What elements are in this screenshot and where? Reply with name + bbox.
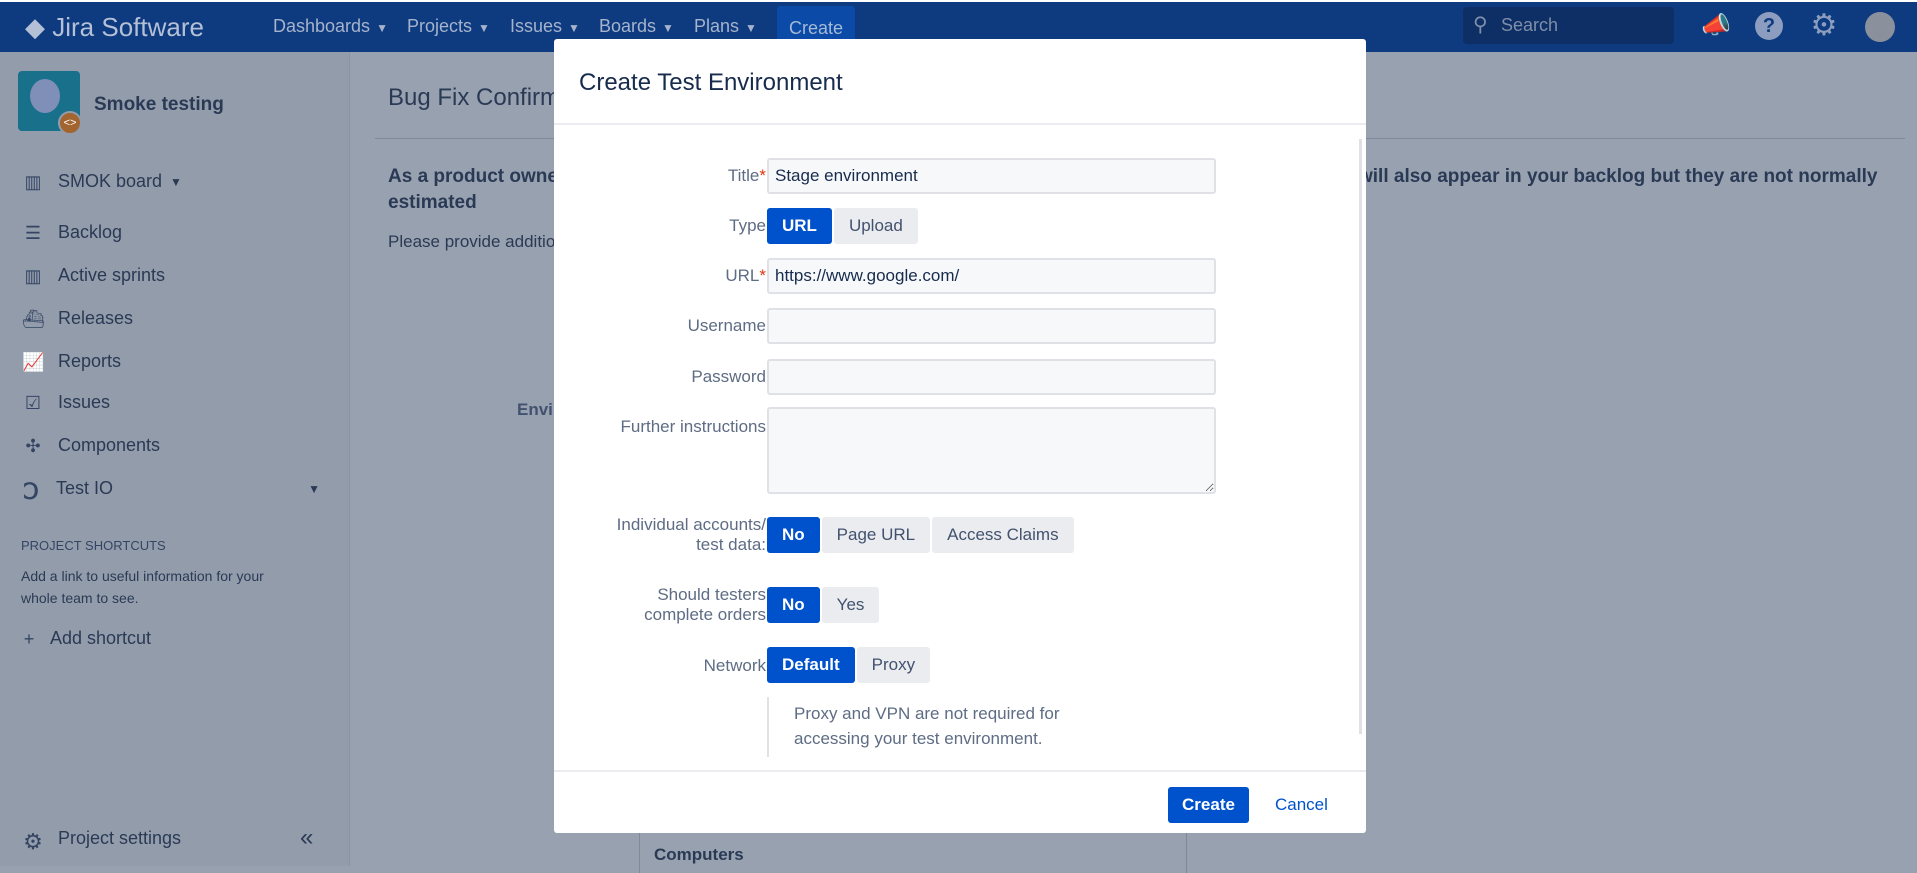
sidebar-board-switcher[interactable]: ▥ SMOK board ▼ (22, 171, 182, 192)
accounts-toggle: No Page URL Access Claims (767, 517, 1074, 553)
network-label: Network (703, 656, 766, 675)
create-test-environment-dialog: Create Test Environment Title* Type URL … (554, 39, 1366, 833)
columns-icon: ▥ (24, 265, 42, 286)
required-mark: * (759, 266, 766, 285)
sidebar-item-active-sprints[interactable]: ▥ Active sprints (22, 265, 165, 286)
type-upload-option[interactable]: Upload (833, 208, 918, 244)
accounts-no-option[interactable]: No (767, 517, 820, 553)
chevron-down-icon: ▼ (662, 21, 674, 35)
nav-issues[interactable]: Issues ▼ (510, 16, 580, 37)
dialog-title: Create Test Environment (579, 69, 843, 96)
sidebar-item-backlog[interactable]: ☰ Backlog (22, 222, 122, 243)
network-note: Proxy and VPN are not required for acces… (767, 697, 1127, 757)
nav-boards[interactable]: Boards ▼ (599, 16, 674, 37)
title-input[interactable] (767, 158, 1216, 194)
issues-icon: ☑ (24, 392, 42, 413)
chevron-down-icon: ▼ (376, 21, 388, 35)
code-icon: <> (58, 111, 82, 135)
sidebar-item-releases[interactable]: ⛴ Releases (22, 308, 133, 329)
chevron-down-icon: ▼ (745, 21, 757, 35)
sidebar-item-reports[interactable]: 📈 Reports (22, 351, 121, 372)
sidebar-item-test-io[interactable]: Ↄ Test IO ▼ (20, 478, 320, 504)
title-label: Title* (727, 166, 766, 185)
nav-dashboards[interactable]: Dashboards ▼ (273, 16, 388, 37)
password-input[interactable] (767, 359, 1216, 395)
orders-label: Should testers complete orders (644, 585, 766, 624)
shortcuts-text-1: Add a link to useful information for you… (21, 568, 264, 584)
sidebar-item-components[interactable]: ✣ Components (22, 435, 160, 456)
test-io-icon: Ↄ (23, 478, 39, 504)
username-input[interactable] (767, 308, 1216, 344)
dialog-scrollbar[interactable] (1359, 139, 1362, 734)
orders-toggle: No Yes (767, 587, 880, 623)
create-button[interactable]: Create (1168, 787, 1249, 823)
accounts-page-url-option[interactable]: Page URL (821, 517, 931, 553)
plus-icon: + (23, 628, 35, 649)
shortcuts-heading: PROJECT SHORTCUTS (21, 538, 166, 553)
sidebar-item-issues[interactable]: ☑ Issues (22, 392, 110, 413)
username-label: Username (687, 316, 766, 335)
ship-icon: ⛴ (22, 308, 45, 329)
chart-icon: 📈 (22, 351, 45, 372)
instructions-textarea[interactable] (767, 407, 1216, 494)
backlog-icon: ☰ (24, 222, 42, 243)
description-left-2: estimated (388, 192, 477, 213)
add-shortcut-link[interactable]: + Add shortcut (22, 628, 151, 649)
url-input[interactable] (767, 258, 1216, 294)
type-toggle: URL Upload (767, 208, 918, 244)
collapse-sidebar-icon[interactable]: « (300, 824, 313, 852)
project-settings[interactable]: ⚙ Project settings (22, 828, 181, 854)
description-right: will also appear in your backlog but the… (1358, 166, 1878, 187)
url-label: URL* (725, 266, 766, 285)
description-left-1: As a product owne (388, 166, 558, 187)
orders-no-option[interactable]: No (767, 587, 820, 623)
nav-projects[interactable]: Projects ▼ (407, 16, 490, 37)
chevron-down-icon: ▼ (170, 174, 182, 189)
gear-icon: ⚙ (23, 828, 43, 854)
computers-panel: Computers (639, 833, 1187, 873)
dialog-footer: Create Cancel (554, 770, 1366, 833)
project-avatar: <> (18, 71, 82, 135)
jira-logo[interactable]: ◆ Jira Software (25, 12, 204, 43)
search-input[interactable]: ⚲ Search (1463, 7, 1674, 44)
accounts-access-claims-option[interactable]: Access Claims (932, 517, 1074, 553)
puzzle-icon: ✣ (25, 435, 41, 456)
password-label: Password (691, 367, 766, 386)
jira-diamond-icon: ◆ (25, 12, 45, 42)
accounts-label: Individual accounts/test data: (616, 515, 766, 554)
chevron-down-icon: ▼ (308, 481, 320, 496)
search-placeholder: Search (1501, 15, 1559, 35)
avatar[interactable] (1865, 12, 1895, 42)
network-proxy-option[interactable]: Proxy (856, 647, 931, 683)
computers-heading: Computers (654, 845, 744, 864)
sidebar: <> Smoke testing ▥ SMOK board ▼ ☰ Backlog ▥… (0, 52, 350, 866)
chevron-down-icon: ▼ (478, 21, 490, 35)
instructions-label: Further instructions (620, 417, 767, 436)
required-mark: * (759, 166, 766, 185)
cancel-button[interactable]: Cancel (1275, 787, 1328, 823)
project-name: Smoke testing (94, 94, 224, 115)
dialog-header: Create Test Environment (554, 39, 1366, 125)
search-icon: ⚲ (1473, 14, 1488, 36)
type-label: Type (729, 216, 766, 235)
board-icon: ▥ (24, 171, 42, 192)
nav-plans[interactable]: Plans ▼ (694, 16, 757, 37)
gear-icon[interactable]: ⚙ (1810, 11, 1838, 41)
network-default-option[interactable]: Default (767, 647, 855, 683)
please-provide-text: Please provide additio (388, 232, 556, 251)
orders-yes-option[interactable]: Yes (821, 587, 880, 623)
help-icon[interactable]: ? (1755, 12, 1783, 40)
chevron-down-icon: ▼ (568, 21, 580, 35)
shortcuts-text-2: whole team to see. (21, 590, 139, 606)
type-url-option[interactable]: URL (767, 208, 832, 244)
network-toggle: Default Proxy (767, 647, 931, 683)
megaphone-icon[interactable]: 📣 (1701, 12, 1731, 40)
page-title: Bug Fix Confirm (388, 84, 561, 111)
logo-text: Jira Software (52, 12, 204, 42)
